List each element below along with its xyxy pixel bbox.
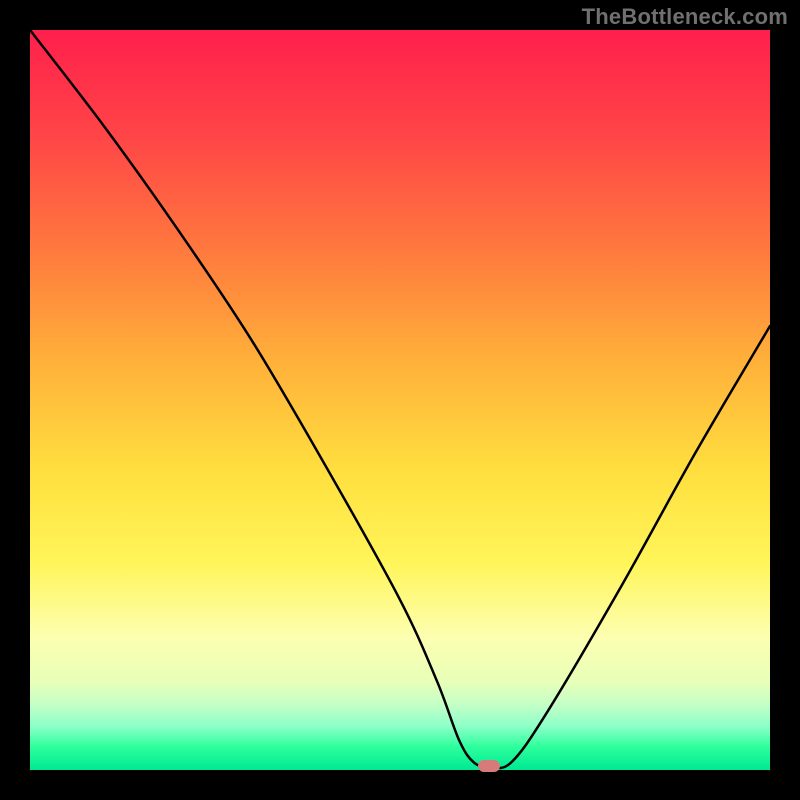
chart-frame: TheBottleneck.com	[0, 0, 800, 800]
plot-area	[30, 30, 770, 770]
watermark-text: TheBottleneck.com	[582, 4, 788, 30]
bottleneck-curve	[30, 30, 770, 770]
optimal-marker	[478, 760, 500, 772]
